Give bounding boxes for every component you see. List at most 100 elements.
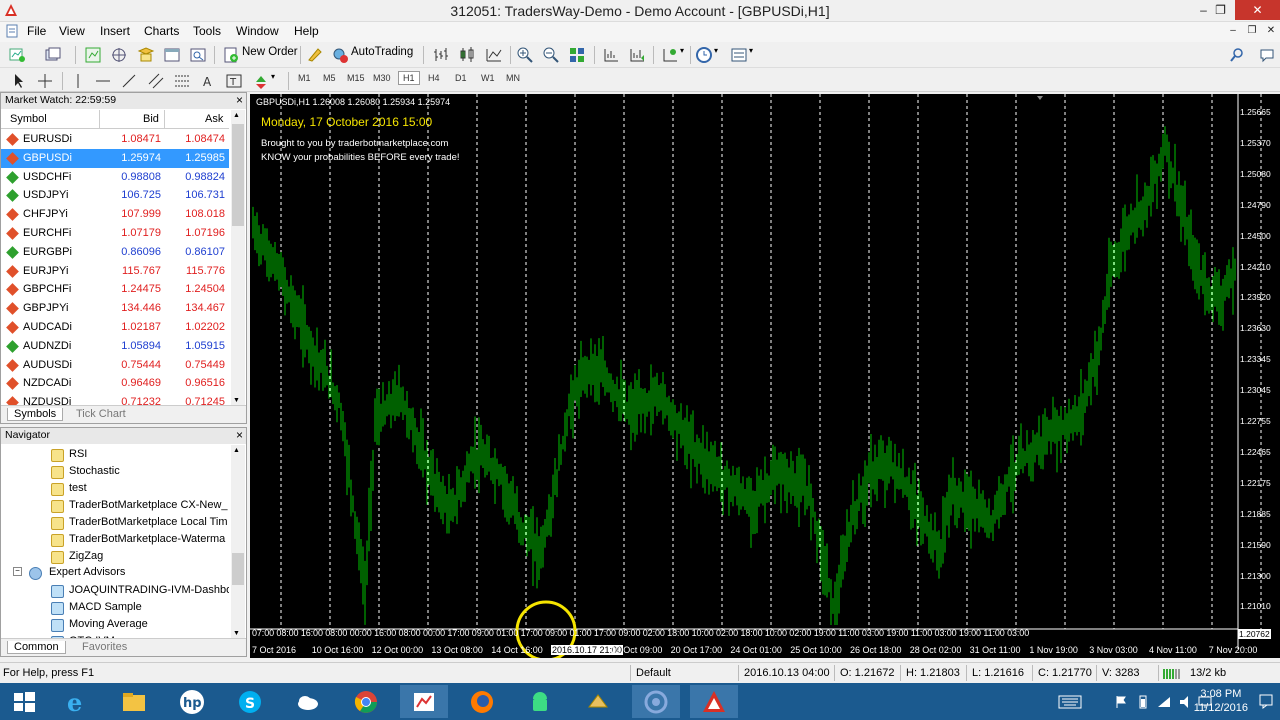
menu-window[interactable]: Window: [236, 24, 279, 38]
navigator-expert-advisors-folder[interactable]: Expert Advisors: [49, 566, 125, 578]
menu-tools[interactable]: Tools: [193, 24, 221, 38]
navigator-close-button[interactable]: ×: [236, 428, 243, 442]
timeframe-m15[interactable]: M15: [347, 73, 365, 83]
scroll-thumb[interactable]: [232, 553, 244, 585]
flag-icon[interactable]: [1114, 695, 1128, 709]
status-profile[interactable]: Default: [636, 667, 671, 679]
market-watch-scrollbar[interactable]: ▲ ▼: [231, 110, 245, 406]
vertical-line-icon[interactable]: [69, 72, 87, 90]
navigator-indicator-item[interactable]: Stochastic: [69, 465, 229, 477]
taskbar-internet-explorer[interactable]: e: [52, 685, 100, 718]
navigator-indicator-item[interactable]: TraderBotMarketplace Local Tim: [69, 516, 229, 528]
autotrading-button[interactable]: AutoTrading: [351, 46, 413, 58]
indicators-list-icon[interactable]: [661, 46, 679, 64]
market-watch-close-button[interactable]: ×: [236, 93, 243, 107]
taskbar-gold-app[interactable]: [574, 685, 622, 718]
navigator-icon[interactable]: [137, 46, 155, 64]
navigator-indicator-item[interactable]: TraderBotMarketplace-Waterma: [69, 533, 229, 545]
menu-file[interactable]: File: [27, 24, 46, 38]
mdi-minimize-button[interactable]: –: [1224, 22, 1242, 40]
taskbar-hp[interactable]: hp: [168, 685, 216, 718]
taskbar-android[interactable]: [516, 685, 564, 718]
navigator-expert-item[interactable]: Moving Average: [69, 618, 229, 629]
navigator-indicator-item[interactable]: RSI: [69, 448, 229, 460]
network-icon[interactable]: [1156, 695, 1172, 709]
column-ask[interactable]: Ask: [205, 113, 223, 125]
timeframe-w1[interactable]: W1: [481, 73, 495, 83]
profiles-icon[interactable]: [44, 46, 62, 64]
terminal-icon[interactable]: [163, 46, 181, 64]
search-icon[interactable]: [1228, 46, 1246, 64]
mdi-restore-button[interactable]: ❐: [1243, 22, 1261, 40]
navigator-expert-item[interactable]: MACD Sample: [69, 601, 229, 613]
taskbar-firefox[interactable]: [458, 685, 506, 718]
market-watch-row[interactable]: GBPJPYi 134.446 134.467: [1, 299, 229, 318]
indicators-dropdown-icon[interactable]: ▾: [680, 46, 684, 55]
close-button[interactable]: ✕: [1235, 0, 1280, 20]
line-chart-icon[interactable]: [485, 46, 503, 64]
market-watch-row[interactable]: EURJPYi 115.767 115.776: [1, 262, 229, 281]
menu-insert[interactable]: Insert: [100, 24, 130, 38]
new-order-button[interactable]: New Order: [242, 46, 298, 58]
cursor-icon[interactable]: [10, 72, 28, 90]
scroll-down-icon[interactable]: ▼: [233, 397, 240, 404]
navigator-expert-item[interactable]: JOAQUINTRADING-IVM-Dashbo: [69, 584, 229, 596]
timeframe-mn[interactable]: MN: [506, 73, 520, 83]
price-chart[interactable]: GBPUSDi,H1 1.26008 1.26080 1.25934 1.259…: [250, 94, 1280, 658]
market-watch-row[interactable]: CHFJPYi 107.999 108.018: [1, 205, 229, 224]
arrows-dropdown-icon[interactable]: ▾: [271, 72, 275, 81]
equidistant-channel-icon[interactable]: [147, 72, 165, 90]
market-watch-row[interactable]: AUDCADi 1.02187 1.02202: [1, 318, 229, 337]
zoom-out-icon[interactable]: [542, 46, 560, 64]
taskbar-mt4[interactable]: [690, 685, 738, 718]
tile-windows-icon[interactable]: [568, 46, 586, 64]
text-label-icon[interactable]: T: [225, 72, 243, 90]
collapse-icon[interactable]: −: [13, 567, 22, 576]
taskbar-file-explorer[interactable]: [110, 685, 158, 718]
timeframe-d1[interactable]: D1: [455, 73, 467, 83]
taskbar-chrome[interactable]: [342, 685, 390, 718]
periods-clock-icon[interactable]: [695, 46, 713, 64]
keyboard-icon[interactable]: [1058, 694, 1082, 710]
timeframe-h1[interactable]: H1: [398, 71, 420, 85]
timeframe-m5[interactable]: M5: [323, 73, 336, 83]
new-chart-icon[interactable]: [8, 46, 26, 64]
menu-help[interactable]: Help: [294, 24, 319, 38]
notifications-icon[interactable]: [1258, 693, 1274, 709]
arrows-icon[interactable]: [252, 72, 270, 90]
mdi-close-button[interactable]: ✕: [1262, 22, 1280, 40]
doc-icon[interactable]: [5, 24, 19, 38]
navigator-indicator-item[interactable]: ZigZag: [69, 550, 229, 562]
start-button[interactable]: [0, 685, 48, 718]
market-watch-row[interactable]: EURCHFi 1.07179 1.07196: [1, 224, 229, 243]
navigator-scrollbar[interactable]: ▲ ▼: [231, 445, 245, 639]
new-order-icon[interactable]: [222, 46, 240, 64]
templates-dropdown-icon[interactable]: ▾: [749, 46, 753, 55]
strategy-tester-icon[interactable]: [189, 46, 207, 64]
autotrading-icon[interactable]: [331, 46, 349, 64]
metaeditor-icon[interactable]: [306, 46, 324, 64]
timeframe-m1[interactable]: M1: [298, 73, 311, 83]
volume-icon[interactable]: [1178, 695, 1194, 709]
timeframe-m30[interactable]: M30: [373, 73, 391, 83]
scroll-up-icon[interactable]: ▲: [233, 447, 240, 454]
navigator-indicator-item[interactable]: TraderBotMarketplace CX-New_: [69, 499, 229, 511]
taskbar-onedrive[interactable]: [284, 685, 332, 718]
horizontal-line-icon[interactable]: [94, 72, 112, 90]
autoscroll-icon[interactable]: [628, 46, 646, 64]
battery-icon[interactable]: [1136, 695, 1150, 709]
templates-icon[interactable]: [730, 46, 748, 64]
chat-icon[interactable]: [1258, 46, 1276, 64]
trendline-icon[interactable]: [120, 72, 138, 90]
candlesticks-icon[interactable]: [458, 46, 476, 64]
market-watch-row[interactable]: USDCHFi 0.98808 0.98824: [1, 168, 229, 187]
tab-favorites[interactable]: Favorites: [76, 641, 133, 653]
data-window-icon[interactable]: [110, 46, 128, 64]
navigator-indicator-item[interactable]: test: [69, 482, 229, 494]
bar-chart-icon[interactable]: [432, 46, 450, 64]
market-watch-toggle-icon[interactable]: [84, 46, 102, 64]
market-watch-row[interactable]: GBPCHFi 1.24475 1.24504: [1, 280, 229, 299]
maximize-button[interactable]: ❐: [1207, 0, 1234, 20]
crosshair-icon[interactable]: [36, 72, 54, 90]
taskbar-circle-app[interactable]: [632, 685, 680, 718]
